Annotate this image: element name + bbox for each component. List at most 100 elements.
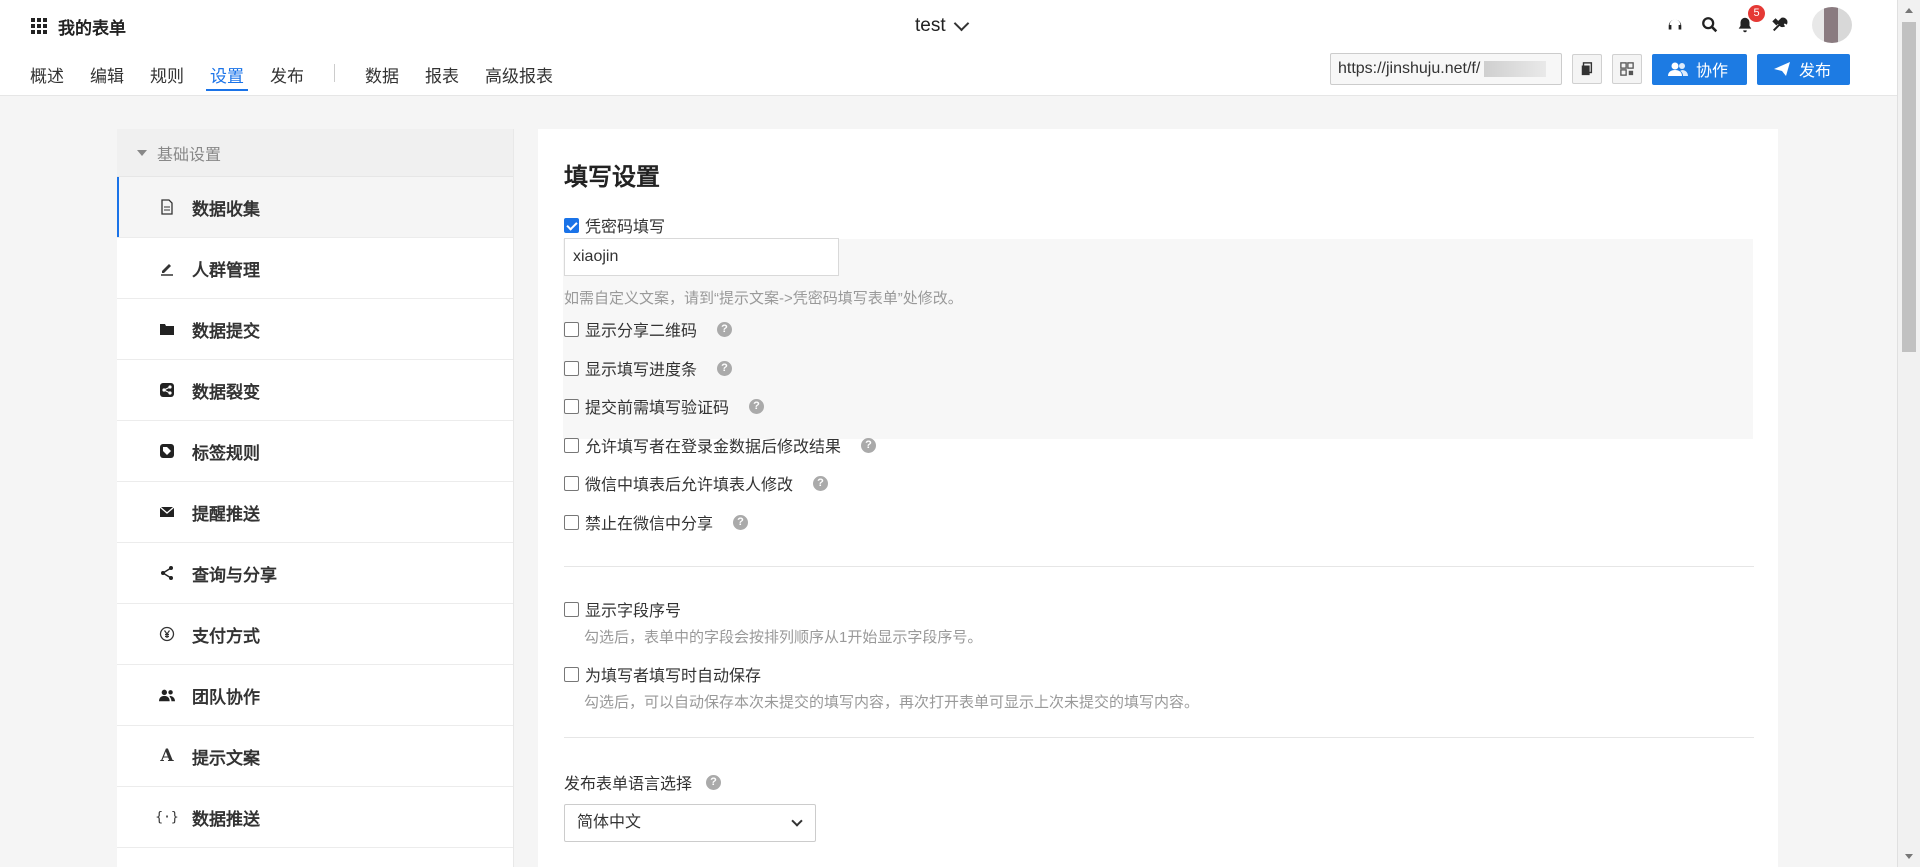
- brand[interactable]: 我的表单: [31, 14, 126, 38]
- help-icon[interactable]: ?: [706, 774, 722, 790]
- sidebar-item-label: 标签规则: [192, 443, 260, 463]
- notification-badge: 5: [1748, 4, 1765, 22]
- yen-icon: [158, 625, 176, 643]
- option-row-field-number[interactable]: 显示字段序号: [564, 597, 681, 621]
- help-icon[interactable]: ?: [749, 398, 765, 414]
- captcha-checkbox[interactable]: [564, 398, 579, 414]
- support-icon[interactable]: [1664, 15, 1685, 36]
- tab-settings[interactable]: 设置: [202, 58, 252, 94]
- divider: [564, 737, 1754, 738]
- sidebar-item-label: 人群管理: [192, 260, 260, 280]
- qrcode-icon: [1620, 62, 1634, 76]
- help-icon[interactable]: ?: [813, 475, 829, 491]
- sidebar-item-payment[interactable]: 支付方式: [117, 604, 513, 665]
- option-label: 禁止在微信中分享: [585, 516, 714, 533]
- sidebar-item-fission[interactable]: 数据裂变: [117, 360, 513, 421]
- field-number-checkbox[interactable]: [564, 601, 579, 617]
- search-icon[interactable]: [1699, 15, 1720, 36]
- collaborate-label: 协作: [1695, 63, 1728, 80]
- password-checkbox-row[interactable]: 凭密码填写: [564, 213, 665, 237]
- wechat-edit-checkbox[interactable]: [564, 475, 579, 491]
- tab-edit[interactable]: 编辑: [82, 58, 132, 94]
- publish-button[interactable]: 发布: [1756, 53, 1850, 85]
- option-row-wechat-share[interactable]: 禁止在微信中分享 ?: [564, 510, 749, 534]
- tab-rules[interactable]: 规则: [142, 58, 192, 94]
- option-label: 显示填写进度条: [585, 362, 698, 379]
- sidebar-item-label: 数据提交: [192, 321, 260, 341]
- sidebar-item-reminder[interactable]: 提醒推送: [117, 482, 513, 543]
- sidebar-item-data-collection[interactable]: 数据收集: [117, 177, 513, 238]
- chevron-down-icon: [791, 815, 803, 827]
- option-label: 显示字段序号: [585, 603, 682, 620]
- scrollbar-thumb[interactable]: [1902, 22, 1916, 352]
- language-label-row: 发布表单语言选择 ?: [564, 770, 722, 794]
- login-edit-checkbox[interactable]: [564, 437, 579, 453]
- progress-checkbox[interactable]: [564, 360, 579, 376]
- sidebar-item-prompt-text[interactable]: A 提示文案: [117, 726, 513, 787]
- tag-icon: [158, 442, 176, 460]
- language-select[interactable]: 简体中文: [564, 804, 816, 842]
- password-hint: 如需自定义文案，请到“提示文案->凭密码填写表单”处修改。: [564, 290, 963, 307]
- tab-publish[interactable]: 发布: [262, 58, 312, 94]
- copy-url-button[interactable]: [1571, 54, 1602, 84]
- sidebar-item-query-share[interactable]: 查询与分享: [117, 543, 513, 604]
- tab-report[interactable]: 报表: [417, 58, 467, 94]
- autosave-checkbox[interactable]: [564, 666, 579, 682]
- folder-icon: [158, 320, 176, 338]
- tab-advanced-report[interactable]: 高级报表: [477, 58, 561, 94]
- share-square-icon: [158, 381, 176, 399]
- option-row-autosave[interactable]: 为填写者填写时自动保存: [564, 662, 761, 686]
- collaborate-button[interactable]: 协作: [1651, 53, 1747, 85]
- top-header: 我的表单 test 5 概述 编辑 规则 设置 发布 数据 报表 高级报表 ht…: [0, 0, 1897, 96]
- tab-data[interactable]: 数据: [357, 58, 407, 94]
- sidebar-item-label: 查询与分享: [192, 565, 277, 585]
- scroll-down-arrow[interactable]: [1905, 854, 1913, 859]
- option-row-wechat-edit[interactable]: 微信中填表后允许填表人修改 ?: [564, 471, 829, 495]
- sidebar-section-basic[interactable]: 基础设置: [117, 129, 513, 177]
- qrcode-button[interactable]: [1611, 54, 1642, 84]
- divider: [564, 566, 1754, 567]
- nav-divider: [334, 64, 335, 82]
- form-title-dropdown[interactable]: test: [915, 14, 969, 38]
- team-icon: [158, 686, 176, 704]
- option-row-captcha[interactable]: 提交前需填写验证码 ?: [564, 394, 765, 418]
- caret-down-icon: [137, 149, 147, 156]
- sidebar-item-team[interactable]: 团队协作: [117, 665, 513, 726]
- option-row-login-edit[interactable]: 允许填写者在登录金数据后修改结果 ?: [564, 433, 877, 457]
- main-nav: 概述 编辑 规则 设置 发布 数据 报表 高级报表: [22, 58, 571, 96]
- tools-icon[interactable]: [1769, 15, 1790, 36]
- option-row-progress[interactable]: 显示填写进度条 ?: [564, 356, 733, 380]
- language-selected: 简体中文: [577, 814, 642, 831]
- sidebar-item-label: 提示文案: [192, 748, 260, 768]
- sidebar-item-label: 数据推送: [192, 809, 260, 829]
- settings-sidebar: 基础设置 数据收集 人群管理 数据提交 数据裂变 标签规则 提醒推送 查询与分享…: [117, 129, 514, 867]
- help-icon[interactable]: ?: [717, 360, 733, 376]
- sidebar-item-label: 数据收集: [192, 199, 260, 219]
- help-icon[interactable]: ?: [861, 437, 877, 453]
- wechat-share-checkbox[interactable]: [564, 514, 579, 530]
- document-icon: [158, 198, 176, 216]
- sidebar-item-submit[interactable]: 数据提交: [117, 299, 513, 360]
- users-icon: [1667, 62, 1688, 76]
- tab-overview[interactable]: 概述: [22, 58, 72, 94]
- sidebar-item-data-push[interactable]: {·} 数据推送: [117, 787, 513, 848]
- redacted-mask: [1484, 60, 1547, 77]
- sidebar-item-tags[interactable]: 标签规则: [117, 421, 513, 482]
- share-url-field[interactable]: https://jinshuju.net/f/: [1329, 53, 1562, 85]
- sidebar-section-label: 基础设置: [157, 146, 222, 164]
- bell-icon[interactable]: 5: [1734, 4, 1765, 36]
- password-input[interactable]: xiaojin: [564, 238, 839, 276]
- option-label: 显示分享二维码: [585, 323, 698, 340]
- help-icon[interactable]: ?: [717, 321, 733, 337]
- scroll-up-arrow[interactable]: [1905, 8, 1913, 13]
- password-checkbox[interactable]: [564, 217, 579, 233]
- header-tools: 5: [1664, 4, 1852, 43]
- help-icon[interactable]: ?: [733, 514, 749, 530]
- avatar[interactable]: [1812, 7, 1852, 43]
- sidebar-item-crowd[interactable]: 人群管理: [117, 238, 513, 299]
- page-scrollbar[interactable]: [1897, 0, 1920, 867]
- option-row-qrcode[interactable]: 显示分享二维码 ?: [564, 317, 733, 341]
- page-title: 填写设置: [564, 164, 660, 191]
- apps-grid-icon[interactable]: [31, 17, 48, 35]
- qrcode-checkbox[interactable]: [564, 321, 579, 337]
